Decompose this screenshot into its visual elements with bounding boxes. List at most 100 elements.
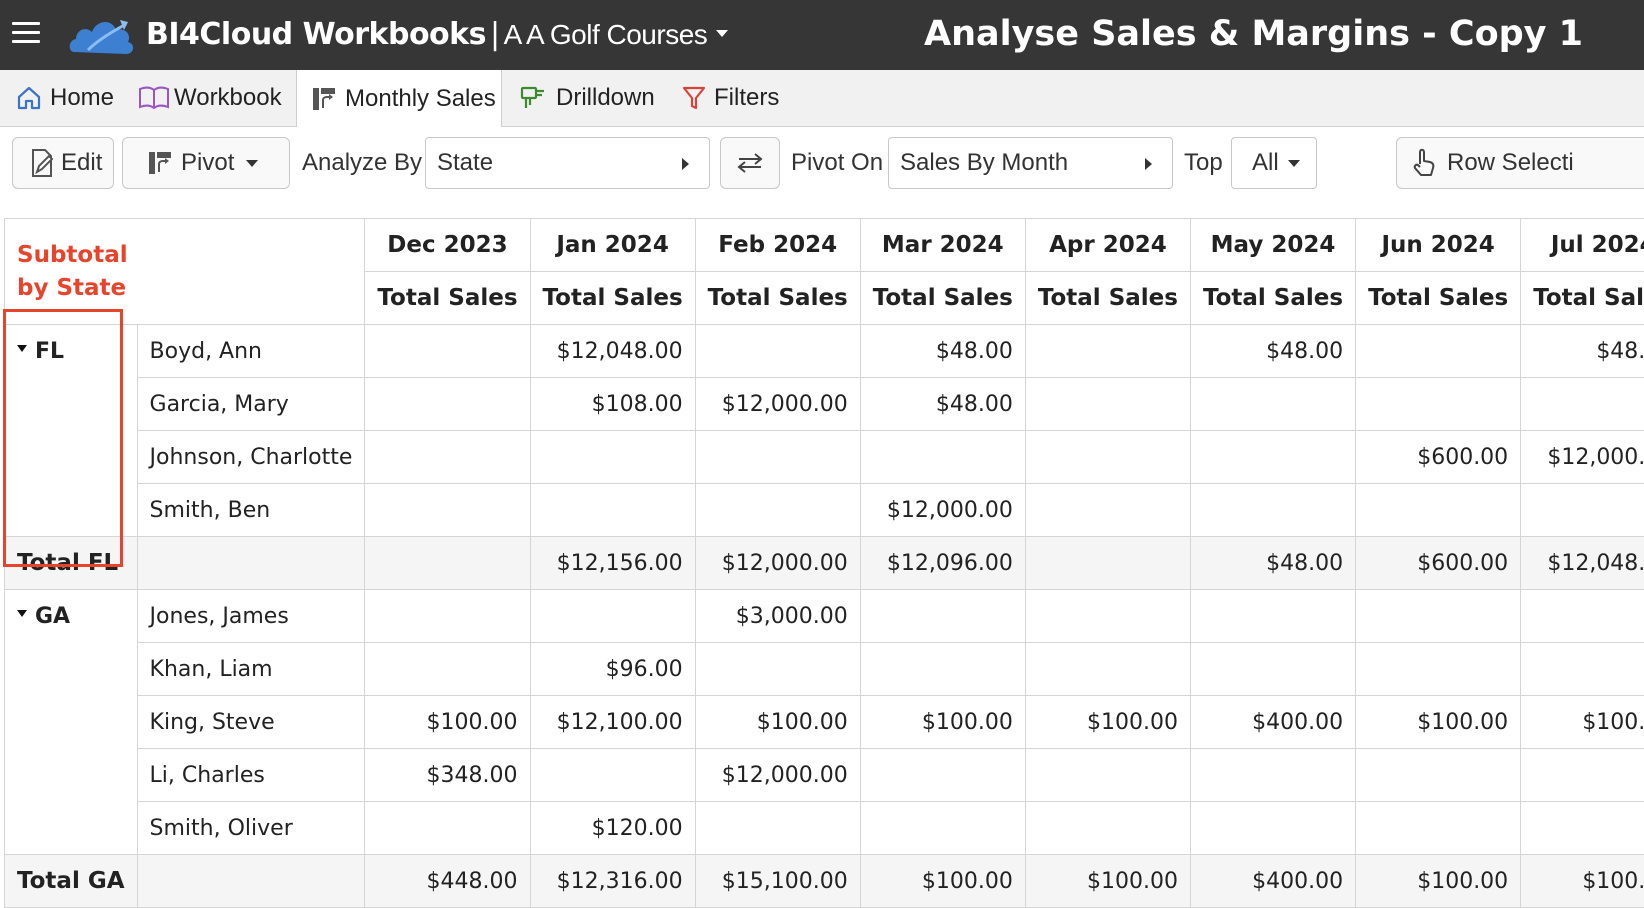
table-row[interactable]: Smith, Oliver $120.00	[5, 801, 1644, 855]
tab-drilldown[interactable]: Drilldown	[520, 70, 655, 125]
company-dropdown-icon[interactable]	[716, 30, 728, 37]
value-cell[interactable]: $100.00	[694, 695, 861, 749]
subtotal-value-cell[interactable]: $12,048.00	[1520, 536, 1644, 590]
value-cell[interactable]	[859, 589, 1026, 643]
value-cell[interactable]	[1024, 589, 1191, 643]
value-cell[interactable]	[859, 748, 1026, 802]
value-cell[interactable]: $100.00	[1520, 695, 1644, 749]
month-header[interactable]: Mar 2024	[859, 218, 1026, 272]
value-cell[interactable]	[1520, 589, 1644, 643]
subtotal-value-cell[interactable]: $15,100.00	[694, 854, 861, 908]
value-cell[interactable]	[859, 430, 1026, 484]
value-cell[interactable]: $12,000.00	[859, 483, 1026, 537]
value-cell[interactable]	[1024, 483, 1191, 537]
value-cell[interactable]	[529, 430, 696, 484]
measure-header[interactable]: Total Sales	[694, 271, 861, 325]
value-cell[interactable]	[1024, 642, 1191, 696]
value-cell[interactable]: $48.00	[1520, 324, 1644, 378]
value-cell[interactable]: $12,100.00	[529, 695, 696, 749]
value-cell[interactable]	[694, 324, 861, 378]
state-group-cell[interactable]: FL	[4, 324, 138, 537]
value-cell[interactable]	[1024, 324, 1191, 378]
customer-name-cell[interactable]: Khan, Liam	[136, 642, 366, 696]
subtotal-value-cell[interactable]: $12,316.00	[529, 854, 696, 908]
value-cell[interactable]	[859, 801, 1026, 855]
value-cell[interactable]	[364, 324, 531, 378]
value-cell[interactable]: $100.00	[364, 695, 531, 749]
subtotal-value-cell[interactable]	[364, 536, 531, 590]
measure-header[interactable]: Total Sales	[529, 271, 696, 325]
value-cell[interactable]	[1189, 642, 1357, 696]
tab-home[interactable]: Home	[16, 70, 114, 125]
value-cell[interactable]	[529, 589, 696, 643]
measure-header[interactable]: Total Sales	[1189, 271, 1357, 325]
value-cell[interactable]: $48.00	[859, 377, 1026, 431]
value-cell[interactable]: $400.00	[1189, 695, 1357, 749]
subtotal-value-cell[interactable]: $100.00	[859, 854, 1026, 908]
value-cell[interactable]	[1189, 589, 1357, 643]
month-header[interactable]: Jun 2024	[1355, 218, 1522, 272]
subtotal-row[interactable]: Total GA $448.00 $12,316.00 $15,100.00 $100.…	[4, 854, 1644, 908]
value-cell[interactable]: $100.00	[1355, 695, 1522, 749]
value-cell[interactable]	[1355, 589, 1522, 643]
swap-button[interactable]	[720, 137, 780, 189]
value-cell[interactable]: $48.00	[859, 324, 1026, 378]
value-cell[interactable]	[1024, 430, 1191, 484]
table-row[interactable]: GA Jones, James $3,000.00	[4, 589, 1644, 855]
value-cell[interactable]	[364, 801, 531, 855]
value-cell[interactable]: $96.00	[529, 642, 696, 696]
subtotal-value-cell[interactable]: $12,096.00	[859, 536, 1026, 590]
table-row[interactable]: Li, Charles $348.00 $12,000.00	[5, 748, 1644, 802]
value-cell[interactable]	[1355, 483, 1522, 537]
value-cell[interactable]: $120.00	[529, 801, 696, 855]
subtotal-value-cell[interactable]: $48.00	[1189, 536, 1357, 590]
pivot-on-select[interactable]: Sales By Month	[888, 137, 1173, 189]
value-cell[interactable]	[1189, 430, 1357, 484]
collapse-caret-icon[interactable]	[17, 344, 27, 352]
value-cell[interactable]	[1520, 642, 1644, 696]
table-row[interactable]: Smith, Ben $12,000.00	[5, 483, 1644, 537]
value-cell[interactable]	[529, 483, 696, 537]
value-cell[interactable]: $3,000.00	[694, 589, 861, 643]
customer-name-cell[interactable]: Johnson, Charlotte	[136, 430, 366, 484]
state-group-cell[interactable]: GA	[4, 589, 138, 855]
customer-name-cell[interactable]: Smith, Ben	[136, 483, 366, 537]
value-cell[interactable]: $100.00	[1024, 695, 1191, 749]
tab-workbook[interactable]: Workbook	[138, 70, 282, 125]
customer-name-cell[interactable]: Li, Charles	[136, 748, 366, 802]
edit-button[interactable]: Edit	[12, 137, 114, 189]
value-cell[interactable]	[1520, 748, 1644, 802]
menu-icon[interactable]	[12, 22, 40, 46]
value-cell[interactable]	[1024, 801, 1191, 855]
subtotal-row[interactable]: Total FL $12,156.00 $12,000.00 $12,096.00 $4…	[4, 536, 1644, 590]
value-cell[interactable]	[1355, 642, 1522, 696]
top-select[interactable]: All	[1231, 137, 1317, 189]
value-cell[interactable]	[364, 377, 531, 431]
value-cell[interactable]	[364, 430, 531, 484]
value-cell[interactable]: $348.00	[364, 748, 531, 802]
analyze-by-select[interactable]: State	[425, 137, 710, 189]
customer-name-cell[interactable]: Jones, James	[136, 589, 366, 643]
value-cell[interactable]	[694, 642, 861, 696]
collapse-caret-icon[interactable]	[17, 609, 27, 617]
month-header[interactable]: Dec 2023	[364, 218, 531, 272]
value-cell[interactable]	[1520, 483, 1644, 537]
table-row[interactable]: FLBoyd, Ann$12,048.00$48.00$48.00$48.00	[4, 324, 1644, 537]
row-selection-button[interactable]: Row Selecti	[1396, 137, 1644, 189]
value-cell[interactable]	[1520, 801, 1644, 855]
subtotal-value-cell[interactable]: $448.00	[364, 854, 531, 908]
value-cell[interactable]	[1520, 377, 1644, 431]
value-cell[interactable]: $600.00	[1355, 430, 1522, 484]
value-cell[interactable]	[859, 642, 1026, 696]
table-row[interactable]: Khan, Liam $96.00	[5, 642, 1644, 696]
table-row[interactable]: King, Steve $100.00 $12,100.00 $100.00 $100.…	[5, 695, 1644, 749]
subtotal-value-cell[interactable]	[1024, 536, 1191, 590]
measure-header[interactable]: Total Sales	[1024, 271, 1191, 325]
value-cell[interactable]	[694, 801, 861, 855]
subtotal-value-cell[interactable]: $12,156.00	[529, 536, 696, 590]
value-cell[interactable]	[1189, 748, 1357, 802]
tab-filters[interactable]: Filters	[682, 70, 779, 125]
measure-header[interactable]: Total Sales	[1355, 271, 1522, 325]
pivot-button[interactable]: Pivot	[122, 137, 290, 189]
value-cell[interactable]: $48.00	[1189, 324, 1357, 378]
